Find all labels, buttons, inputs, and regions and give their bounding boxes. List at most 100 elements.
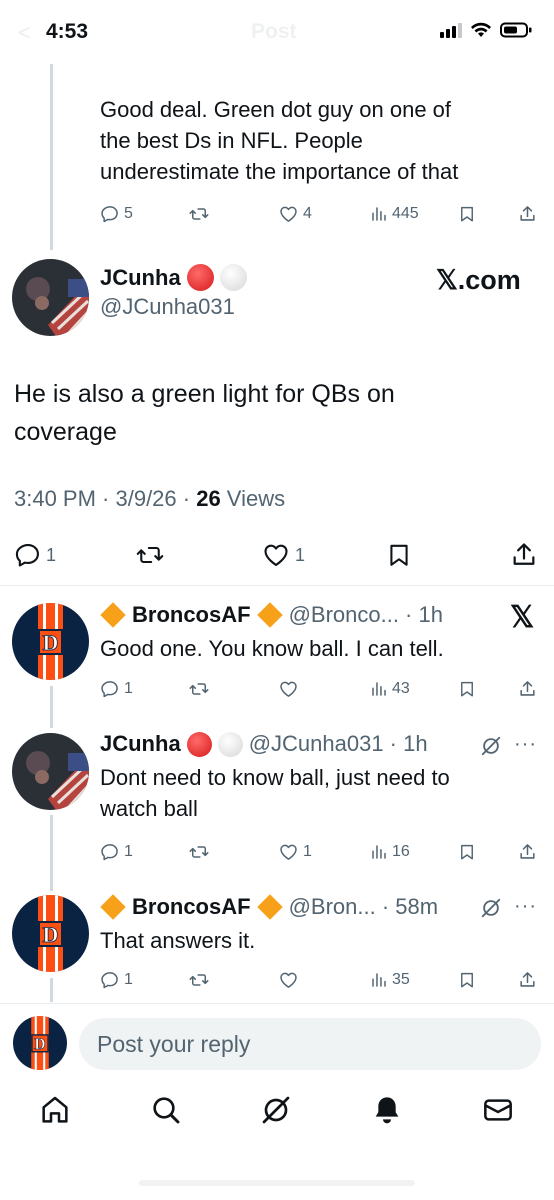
- diamond-emoji: [100, 894, 126, 920]
- reply-actions: 1 43: [100, 678, 540, 700]
- bookmark-button[interactable]: [458, 204, 476, 224]
- retweet-icon: [189, 208, 209, 220]
- status-bar: < 4:53 Post: [0, 0, 554, 62]
- tab-home[interactable]: [35, 1090, 75, 1130]
- battery-icon: [500, 22, 532, 38]
- views-count: 43: [392, 680, 410, 697]
- bookmark-button[interactable]: [458, 842, 476, 862]
- composer-avatar: D: [13, 1016, 67, 1070]
- author-handle[interactable]: @JCunha031: [100, 294, 247, 320]
- like-icon: [264, 544, 288, 566]
- tab-messages[interactable]: [478, 1090, 518, 1130]
- bookmark-button[interactable]: [458, 970, 476, 990]
- reply-header: BroncosAF @Bron... · 58m: [100, 894, 438, 920]
- share-button[interactable]: [510, 541, 538, 569]
- status-time: 4:53: [46, 20, 89, 43]
- retweet-button[interactable]: [188, 204, 210, 224]
- retweet-button[interactable]: [188, 679, 210, 699]
- like-button[interactable]: 1: [278, 842, 312, 862]
- reply-line: Good one. You know ball. I can tell.: [100, 636, 444, 661]
- more-icon[interactable]: ···: [514, 733, 537, 756]
- reply-header: BroncosAF @Bronco... · 1h: [100, 602, 443, 628]
- share-button[interactable]: [518, 970, 537, 990]
- main-tweet-line: coverage: [14, 418, 117, 446]
- share-button[interactable]: [518, 204, 537, 224]
- reply-button[interactable]: 1: [100, 842, 133, 862]
- like-count: 1: [295, 544, 306, 565]
- cellular-signal-icon: [440, 22, 462, 38]
- grok-icon[interactable]: [480, 735, 502, 757]
- mail-icon: [484, 1099, 512, 1121]
- share-icon: [520, 972, 535, 987]
- reply-line: Dont need to know ball, just need to: [100, 765, 450, 790]
- ghost-back-arrow: <: [18, 20, 31, 45]
- views-icon: [372, 845, 386, 859]
- home-icon: [42, 1096, 68, 1123]
- author-block: JCunha @JCunha031: [100, 264, 247, 320]
- share-icon: [513, 543, 535, 565]
- bell-icon: [375, 1097, 399, 1124]
- share-icon: [520, 681, 535, 696]
- reply-text: Good one. You know ball. I can tell.: [100, 633, 540, 664]
- retweet-icon: [136, 546, 164, 564]
- reply-input[interactable]: Post your reply: [79, 1018, 541, 1070]
- tab-notifications[interactable]: [367, 1090, 407, 1130]
- avatar[interactable]: D: [12, 895, 89, 972]
- author-name[interactable]: JCunha: [100, 731, 181, 757]
- reply-line: That answers it.: [100, 928, 256, 953]
- retweet-button[interactable]: [188, 970, 210, 990]
- reply-button[interactable]: 5: [100, 204, 133, 224]
- reply-button[interactable]: 1: [100, 970, 133, 990]
- bookmark-button[interactable]: [458, 679, 476, 699]
- avatar[interactable]: D: [12, 603, 89, 680]
- diamond-emoji: [256, 894, 283, 920]
- reply-button[interactable]: 1: [100, 679, 133, 699]
- like-button[interactable]: [278, 679, 299, 699]
- home-indicator: [139, 1180, 415, 1186]
- divider: [0, 1003, 554, 1004]
- share-button[interactable]: [518, 679, 537, 699]
- views-button[interactable]: 16: [370, 843, 410, 861]
- views-button[interactable]: 43: [370, 680, 410, 698]
- retweet-button[interactable]: [134, 541, 166, 569]
- reply-count: 1: [124, 680, 133, 697]
- retweet-button[interactable]: [188, 842, 210, 862]
- author-name[interactable]: JCunha: [100, 265, 181, 291]
- author-name[interactable]: BroncosAF: [132, 894, 251, 920]
- like-count: 1: [303, 843, 312, 860]
- views-button[interactable]: 35: [370, 971, 410, 989]
- more-icon[interactable]: ···: [514, 895, 537, 918]
- reply-count: 1: [124, 971, 133, 988]
- thread-connector: [50, 64, 53, 250]
- avatar[interactable]: [12, 259, 89, 336]
- post-time[interactable]: 3:40 PM · 3/9/26 ·: [14, 486, 196, 511]
- reply-icon: [15, 544, 39, 567]
- prev-reply-actions: 5 4 445: [100, 203, 540, 225]
- tab-grok[interactable]: [256, 1090, 296, 1130]
- x-com-watermark: 𝕏.com: [436, 265, 521, 295]
- like-button[interactable]: 1: [261, 541, 305, 569]
- author-name[interactable]: BroncosAF: [132, 602, 251, 628]
- diamond-emoji: [256, 602, 283, 628]
- broncos-avatar-image: D: [12, 603, 89, 680]
- views-button[interactable]: 445: [370, 205, 419, 223]
- prev-reply-line: underestimate the importance of that: [100, 159, 459, 184]
- bookmark-button[interactable]: [386, 541, 412, 569]
- flag-avatar-image: [12, 259, 89, 336]
- tab-search[interactable]: [146, 1090, 186, 1130]
- reply-actions: 1 1 16: [100, 841, 540, 863]
- views-icon: [372, 682, 386, 696]
- like-button[interactable]: [278, 970, 299, 990]
- share-button[interactable]: [518, 842, 537, 862]
- grok-icon[interactable]: [480, 897, 502, 919]
- views-count: 16: [392, 843, 410, 860]
- share-icon: [520, 844, 535, 859]
- reply-button[interactable]: 1: [14, 541, 56, 569]
- reply-icon: [101, 206, 118, 223]
- broncos-avatar-image: D: [12, 895, 89, 972]
- views-icon: [372, 207, 386, 221]
- reply-count: 1: [124, 843, 133, 860]
- like-button[interactable]: 4: [278, 204, 312, 224]
- avatar[interactable]: [12, 733, 89, 810]
- reply-count: 5: [124, 205, 133, 222]
